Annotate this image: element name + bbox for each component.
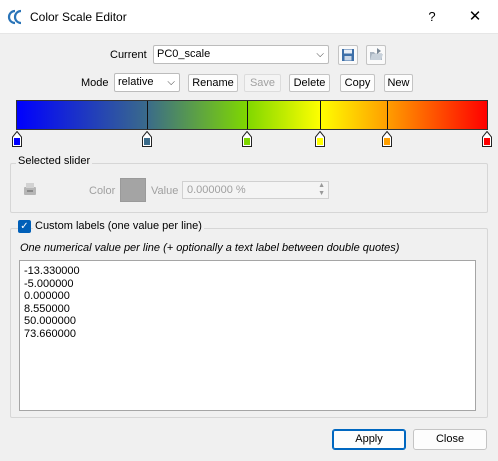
slider-handle[interactable]: [142, 131, 152, 147]
window-title: Color Scale Editor: [30, 10, 127, 24]
slider-handle[interactable]: [482, 131, 492, 147]
slider-color-swatch[interactable]: [120, 178, 146, 202]
help-button[interactable]: ?: [418, 5, 446, 29]
slider-tick-line: [247, 101, 248, 129]
window-close-button[interactable]: ✕: [460, 5, 490, 29]
spin-arrows-icon[interactable]: ▲ ▼: [318, 182, 325, 198]
mode-label: Mode: [81, 77, 109, 89]
value-label: Value: [151, 185, 179, 197]
mode-select[interactable]: relative ⌵: [114, 73, 180, 92]
custom-labels-checkbox[interactable]: ✓: [18, 220, 31, 233]
mode-value: relative: [118, 76, 154, 88]
chevron-down-icon: ⌵: [316, 49, 324, 60]
floppy-disk-icon: [342, 49, 354, 61]
delete-button[interactable]: Delete: [289, 74, 330, 92]
current-label: Current: [110, 49, 147, 61]
slider-value-text: 0.000000 %: [187, 184, 246, 196]
close-button[interactable]: Close: [413, 429, 487, 450]
chevron-down-icon: ⌵: [167, 77, 175, 88]
save-button[interactable]: Save: [244, 74, 281, 92]
slider-handle[interactable]: [242, 131, 252, 147]
slider-value-spinbox[interactable]: 0.000000 % ▲ ▼: [182, 181, 329, 199]
custom-label-line: 50.000000: [24, 315, 76, 327]
custom-labels-hint: One numerical value per line (+ optional…: [20, 242, 400, 254]
app-logo-icon: [7, 8, 25, 26]
slider-handle[interactable]: [315, 131, 325, 147]
slider-handle[interactable]: [12, 131, 22, 147]
custom-label-line: 73.660000: [24, 327, 76, 340]
slider-handle[interactable]: [382, 131, 392, 147]
color-scale-preview[interactable]: [16, 100, 488, 130]
rename-button[interactable]: Rename: [188, 74, 238, 92]
export-folder-icon: [370, 48, 383, 60]
custom-label-line: 0.000000: [24, 290, 70, 302]
title-bar: Color Scale Editor ? ✕: [0, 0, 498, 34]
save-scale-button[interactable]: [338, 45, 358, 65]
selected-slider-title: Selected slider: [16, 155, 93, 167]
custom-label-line: -13.330000: [24, 265, 80, 277]
slider-tick-line: [147, 101, 148, 129]
slider-tick-line: [387, 101, 388, 129]
custom-label-line: 8.550000: [24, 302, 70, 315]
copy-button[interactable]: Copy: [340, 74, 375, 92]
new-button[interactable]: New: [384, 74, 413, 92]
custom-labels-title[interactable]: Custom labels (one value per line): [33, 220, 204, 232]
color-label: Color: [89, 185, 116, 197]
export-scale-button[interactable]: [366, 45, 386, 65]
slider-tick-line: [320, 101, 321, 129]
apply-button[interactable]: Apply: [332, 429, 406, 450]
current-scale-value: PC0_scale: [157, 48, 211, 60]
current-scale-select[interactable]: PC0_scale ⌵: [153, 45, 329, 64]
color-picker-icon[interactable]: [22, 181, 40, 199]
custom-label-line: -5.000000: [24, 277, 74, 290]
custom-labels-textarea[interactable]: -13.330000 -5.000000 0.000000 8.550000 50.00…: [19, 260, 476, 411]
